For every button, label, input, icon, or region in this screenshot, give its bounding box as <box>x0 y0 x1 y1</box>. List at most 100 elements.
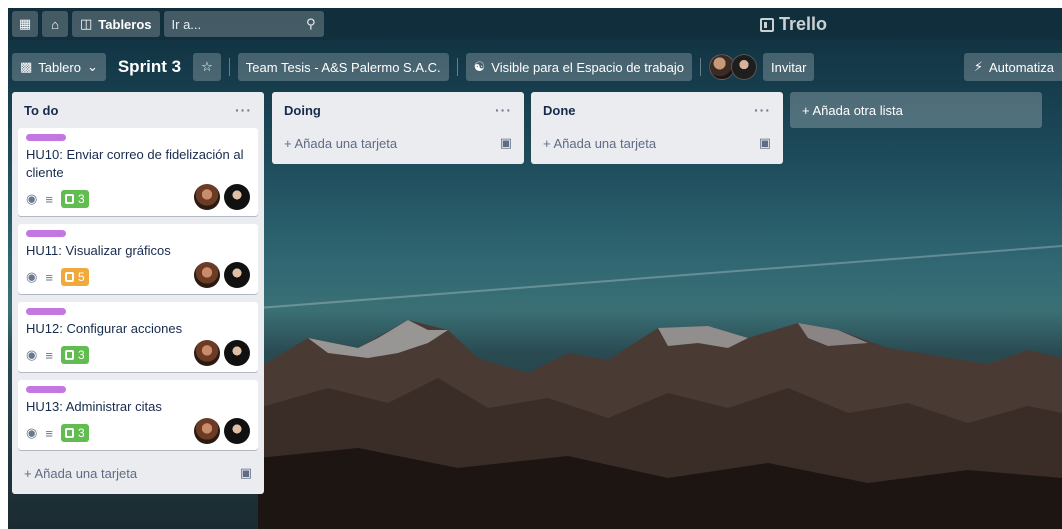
invite-button[interactable]: Invitar <box>763 53 815 81</box>
divider <box>456 58 458 76</box>
card-members <box>194 418 250 444</box>
visibility-icon: ☯ <box>473 59 486 74</box>
card-title: HU12: Configurar acciones <box>26 321 183 336</box>
card[interactable]: HU11: Visualizar gráficos ◉ ≡ 5 <box>18 224 258 294</box>
checklist-count: 3 <box>77 426 85 440</box>
avatar[interactable] <box>194 184 220 210</box>
search-icon: ⚲ <box>305 16 316 31</box>
list-doing[interactable]: Doing ··· + Añada una tarjeta ▣ <box>272 92 524 164</box>
template-icon[interactable]: ▣ <box>240 465 252 481</box>
checklist-icon <box>64 428 74 438</box>
checklist-count: 3 <box>77 348 85 362</box>
card-members <box>194 184 250 210</box>
trello-logo-icon <box>760 17 774 32</box>
board-members[interactable] <box>709 54 758 80</box>
checklist-icon <box>64 272 74 282</box>
card[interactable]: HU10: Enviar correo de fidelización al c… <box>18 128 258 216</box>
list-done[interactable]: Done ··· + Añada una tarjeta ▣ <box>531 92 783 164</box>
avatar[interactable] <box>194 340 220 366</box>
list-title[interactable]: Doing <box>284 103 321 118</box>
chevron-down-icon: ⌄ <box>86 59 98 74</box>
card-members <box>194 262 250 288</box>
checklist-count: 3 <box>77 192 85 206</box>
eye-icon: ◉ <box>26 425 38 440</box>
search-placeholder: Ir a... <box>171 16 202 32</box>
more-options-icon[interactable]: ··· <box>235 102 252 118</box>
avatar[interactable] <box>194 418 220 444</box>
add-card-button[interactable]: + Añada una tarjeta ▣ <box>278 128 518 158</box>
divider <box>700 58 702 76</box>
automation-button[interactable]: ⚡ Automatiza <box>963 53 1062 81</box>
description-icon: ≡ <box>45 269 53 285</box>
card-label[interactable] <box>26 230 66 237</box>
description-icon: ≡ <box>45 425 53 441</box>
star-button[interactable]: ☆ <box>193 53 221 81</box>
add-list-label: + Añada otra lista <box>802 102 903 118</box>
checklist-icon <box>64 350 74 360</box>
visibility-button[interactable]: ☯ Visible para el Espacio de trabajo <box>465 53 693 81</box>
card[interactable]: HU13: Administrar citas ◉ ≡ 3 <box>18 380 258 450</box>
list-title[interactable]: To do <box>24 103 58 118</box>
card[interactable]: HU12: Configurar acciones ◉ ≡ 3 <box>18 302 258 372</box>
avatar[interactable] <box>224 340 250 366</box>
card-label[interactable] <box>26 386 66 393</box>
eye-icon: ◉ <box>26 269 38 284</box>
eye-icon: ◉ <box>26 347 38 362</box>
card-title: HU13: Administrar citas <box>26 399 162 414</box>
add-card-label: + Añada una tarjeta <box>543 135 657 151</box>
trello-logo[interactable]: Trello <box>760 14 827 35</box>
avatar[interactable] <box>224 184 250 210</box>
card-label[interactable] <box>26 308 66 315</box>
checklist-icon <box>64 194 74 204</box>
board-canvas: ▦ ⌂ ◫ Tableros Ir a... ⚲ Trello ▩ Tabler… <box>8 8 1062 529</box>
boards-label: Tableros <box>98 16 152 32</box>
apps-grid-icon[interactable]: ▦ <box>12 11 38 37</box>
workspace-button[interactable]: Team Tesis - A&S Palermo S.A.C. <box>237 53 449 81</box>
more-options-icon[interactable]: ··· <box>495 102 512 118</box>
avatar[interactable] <box>194 262 220 288</box>
visibility-label: Visible para el Espacio de trabajo <box>491 59 685 75</box>
description-icon: ≡ <box>45 191 53 207</box>
trello-logo-text: Trello <box>779 14 828 34</box>
top-bar: ▦ ⌂ ◫ Tableros Ir a... ⚲ <box>8 8 1062 40</box>
more-options-icon[interactable]: ··· <box>754 102 771 118</box>
list-header[interactable]: Doing ··· <box>278 92 518 128</box>
checklist-badge: 5 <box>60 268 89 286</box>
checklist-count: 5 <box>77 270 85 284</box>
board-view-icon: ▩ <box>20 59 33 74</box>
list-header[interactable]: Done ··· <box>537 92 777 128</box>
add-card-button[interactable]: + Añada una tarjeta ▣ <box>537 128 777 158</box>
add-card-button[interactable]: + Añada una tarjeta ▣ <box>18 458 258 488</box>
search-input[interactable]: Ir a... ⚲ <box>163 11 324 37</box>
divider <box>228 58 230 76</box>
invite-label: Invitar <box>771 59 807 75</box>
add-list-button[interactable]: + Añada otra lista <box>790 92 1042 128</box>
add-card-label: + Añada una tarjeta <box>24 465 138 481</box>
board-title[interactable]: Sprint 3 <box>112 57 187 77</box>
checklist-badge: 3 <box>60 190 89 208</box>
avatar[interactable] <box>224 418 250 444</box>
automation-label: Automatiza <box>988 59 1054 75</box>
star-icon: ☆ <box>201 59 213 74</box>
avatar[interactable] <box>731 54 758 80</box>
template-icon[interactable]: ▣ <box>759 135 771 151</box>
view-switcher-button[interactable]: ▩ Tablero ⌄ <box>12 53 106 81</box>
list-header[interactable]: To do ··· <box>18 92 258 128</box>
home-icon[interactable]: ⌂ <box>42 11 68 37</box>
boards-icon: ◫ <box>80 16 93 31</box>
card-members <box>194 340 250 366</box>
boards-button[interactable]: ◫ Tableros <box>72 11 160 37</box>
card-label[interactable] <box>26 134 66 141</box>
template-icon[interactable]: ▣ <box>500 135 512 151</box>
workspace-label: Team Tesis - A&S Palermo S.A.C. <box>245 59 441 75</box>
description-icon: ≡ <box>45 347 53 363</box>
list-title[interactable]: Done <box>543 103 576 118</box>
view-switcher-label: Tablero <box>38 59 81 75</box>
list-todo[interactable]: To do ··· HU10: Enviar correo de fideliz… <box>12 92 264 494</box>
card-title: HU11: Visualizar gráficos <box>26 243 171 258</box>
lightning-icon: ⚡ <box>973 59 983 74</box>
add-card-label: + Añada una tarjeta <box>284 135 398 151</box>
checklist-badge: 3 <box>60 424 89 442</box>
card-title: HU10: Enviar correo de fidelización al c… <box>26 147 244 180</box>
avatar[interactable] <box>224 262 250 288</box>
